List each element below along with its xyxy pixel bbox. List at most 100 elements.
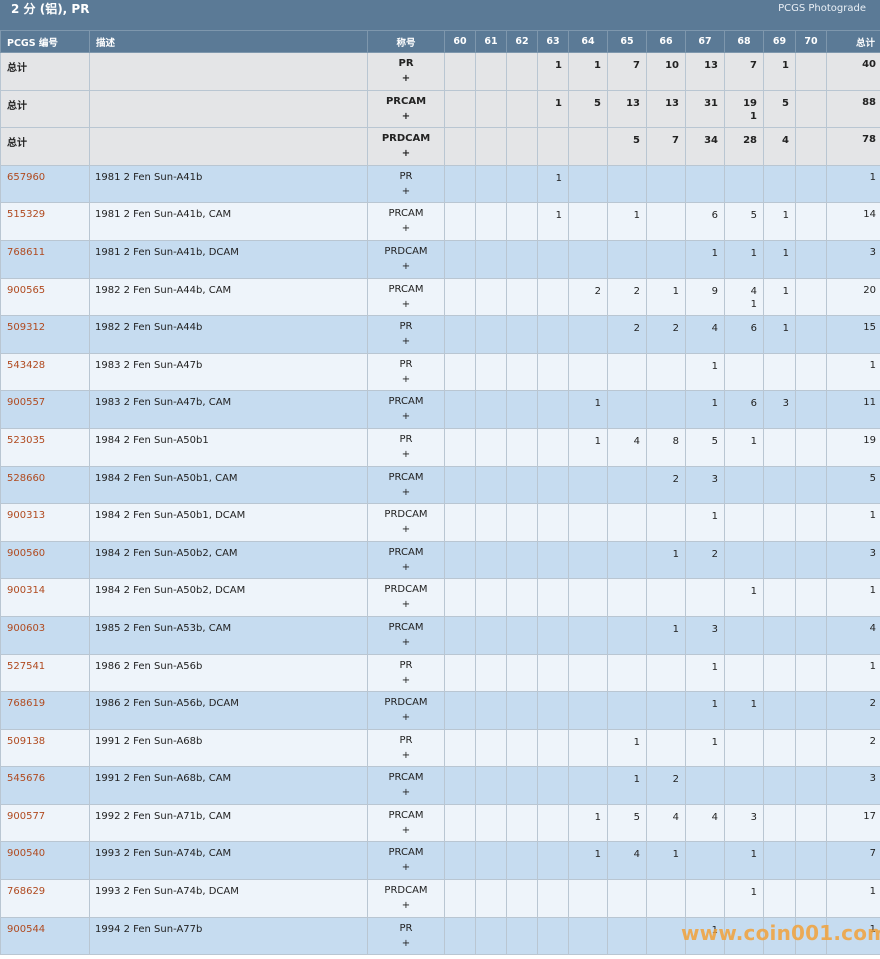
pcgs-number-link[interactable]: 657960	[7, 172, 45, 183]
grade-count-cell	[568, 653, 608, 693]
grade-count-cell	[795, 503, 827, 542]
pcgs-number-link[interactable]: 900603	[7, 623, 45, 634]
column-header-grade[interactable]: 60	[444, 30, 476, 53]
grade-count-cell	[795, 615, 827, 655]
row-total-cell: 3	[826, 540, 880, 580]
grade-count-cell: 1	[724, 578, 764, 617]
grade-count-cell	[795, 465, 827, 505]
grade-count-cell: 1	[724, 239, 764, 279]
grade-count-cell: 28	[724, 127, 764, 166]
pcgs-number-link[interactable]: 545676	[7, 773, 45, 784]
column-header-total[interactable]: 总计	[826, 30, 880, 53]
grade-count-cell	[506, 916, 538, 956]
grade-count-cell	[475, 540, 507, 580]
column-header-grade[interactable]: 64	[568, 30, 608, 53]
grade-count-cell	[506, 503, 538, 542]
description-cell	[89, 89, 368, 129]
designation-cell: PRCAM +	[367, 277, 445, 317]
column-header-grade[interactable]: 66	[646, 30, 686, 53]
grade-count-cell: 7	[646, 127, 686, 166]
grade-count-cell	[506, 691, 538, 730]
pcgs-number-link[interactable]: 900565	[7, 285, 45, 296]
grade-count-cell	[763, 879, 796, 918]
column-header-description[interactable]: 描述	[89, 30, 368, 53]
grade-count-cell	[444, 352, 476, 392]
summary-label: 总计	[0, 127, 90, 166]
description-cell: 1991 2 Fen Sun-A68b	[89, 728, 368, 768]
pcgs-number-link[interactable]: 900544	[7, 924, 45, 935]
grade-count-cell: 1	[685, 239, 725, 279]
pcgs-number-link[interactable]: 509312	[7, 322, 45, 333]
pcgs-number-link[interactable]: 768611	[7, 247, 45, 258]
grade-count-cell	[506, 615, 538, 655]
column-header-grade[interactable]: 63	[537, 30, 569, 53]
pcgs-number-link[interactable]: 900557	[7, 397, 45, 408]
grade-count-cell	[646, 728, 686, 768]
grade-count-cell	[537, 615, 569, 655]
grade-count-cell	[506, 427, 538, 467]
column-header-grade[interactable]: 70	[795, 30, 827, 53]
grade-count-cell: 1	[568, 841, 608, 881]
description-cell: 1992 2 Fen Sun-A71b, CAM	[89, 803, 368, 843]
table-row: 900577 1992 2 Fen Sun-A71b, CAM PRCAM +1 5 4 4…	[0, 803, 880, 843]
grade-count-cell	[763, 352, 796, 392]
pcgs-number-link[interactable]: 527541	[7, 661, 45, 672]
grade-count-cell: 4	[685, 315, 725, 354]
grade-count-cell: 1	[537, 89, 569, 129]
grade-count-cell	[685, 879, 725, 918]
pcgs-number-link[interactable]: 515329	[7, 209, 45, 220]
column-header-grade[interactable]: 69	[763, 30, 796, 53]
population-table: PCGS 编号 描述 称号 60 61 62 63 64 65 66 67 68…	[0, 30, 880, 956]
grade-count-cell	[724, 352, 764, 392]
table-row: 523035 1984 2 Fen Sun-A50b1 PR +1 4 8 5 1 19	[0, 427, 880, 467]
designation-label: PRDCAM	[384, 584, 428, 596]
pcgs-number-link[interactable]: 900313	[7, 510, 45, 521]
pcgs-number-link[interactable]: 900314	[7, 585, 45, 596]
grade-count-cell	[444, 239, 476, 279]
designation-label: PRCAM	[388, 208, 424, 220]
column-header-grade[interactable]: 61	[475, 30, 507, 53]
page-title: 2 分 (铝), PR	[11, 2, 90, 16]
designation-label: PR	[399, 321, 413, 333]
grade-count-cell	[795, 691, 827, 730]
grade-count-cell	[568, 728, 608, 768]
row-total-cell: 1	[826, 164, 880, 204]
pcgs-number-cell: 768629	[0, 879, 90, 918]
grade-count-cell	[607, 239, 647, 279]
grade-count-cell	[607, 503, 647, 542]
grade-count-cell: 1	[568, 427, 608, 467]
pcgs-number-link[interactable]: 528660	[7, 473, 45, 484]
pcgs-number-cell: 657960	[0, 164, 90, 204]
column-header-grade[interactable]: 68	[724, 30, 764, 53]
grade-count-cell	[475, 352, 507, 392]
pcgs-number-cell: 900557	[0, 390, 90, 429]
pcgs-number-link[interactable]: 900577	[7, 811, 45, 822]
grade-count-cell	[568, 615, 608, 655]
column-header-grade[interactable]: 62	[506, 30, 538, 53]
grade-count-cell	[607, 465, 647, 505]
grade-count-cell: 1	[724, 427, 764, 467]
grade-count-cell: 4	[685, 803, 725, 843]
column-header-grade[interactable]: 65	[607, 30, 647, 53]
grade-count-cell: 13	[646, 89, 686, 129]
grade-count-cell	[475, 653, 507, 693]
column-header-grade[interactable]: 67	[685, 30, 725, 53]
grade-count-cell	[795, 653, 827, 693]
pcgs-number-link[interactable]: 900560	[7, 548, 45, 559]
table-row: 768619 1986 2 Fen Sun-A56b, DCAM PRDCAM +1 1…	[0, 691, 880, 730]
pcgs-number-link[interactable]: 900540	[7, 848, 45, 859]
grade-count-cell	[537, 427, 569, 467]
pcgs-number-link[interactable]: 768619	[7, 698, 45, 709]
pcgs-number-link[interactable]: 768629	[7, 886, 45, 897]
designation-cell: PRDCAM +	[367, 691, 445, 730]
column-header-pcgs-id[interactable]: PCGS 编号	[0, 30, 90, 53]
pcgs-number-link[interactable]: 509138	[7, 736, 45, 747]
plus-marker: +	[401, 298, 411, 310]
plus-marker: +	[401, 862, 411, 874]
grade-count-cell	[537, 315, 569, 354]
row-total-cell: 1	[826, 503, 880, 542]
pcgs-number-link[interactable]: 543428	[7, 360, 45, 371]
column-header-designation[interactable]: 称号	[367, 30, 445, 53]
pcgs-number-link[interactable]: 523035	[7, 435, 45, 446]
grade-count-cell: 4 1	[724, 277, 764, 317]
